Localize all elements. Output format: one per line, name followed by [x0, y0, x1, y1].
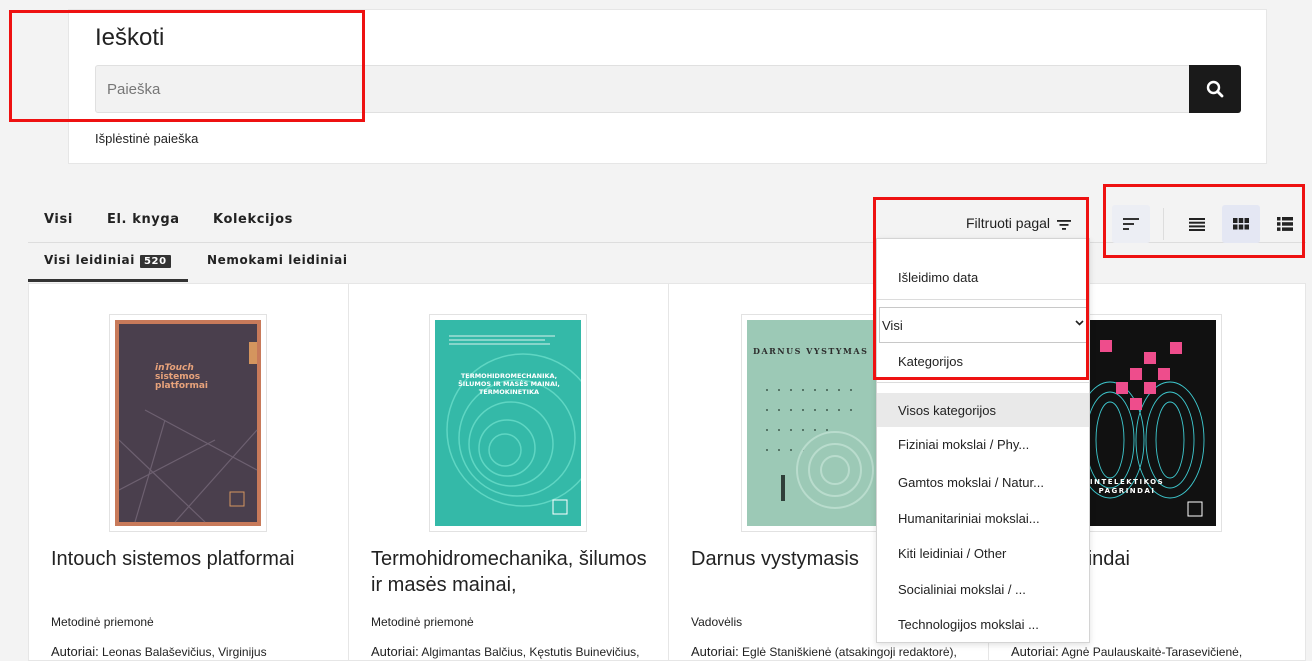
grid-view-button[interactable] — [1222, 205, 1260, 243]
tab-all-editions-label: Visi leidiniai — [44, 253, 135, 267]
cover-art: INTELEKTIKOS PAGRINDAI — [1070, 320, 1216, 526]
book-authors: Autoriai: Algimantas Balčius, Kęstutis B… — [371, 644, 639, 659]
detail-list-view-button[interactable] — [1266, 205, 1304, 243]
sort-icon — [1123, 218, 1139, 230]
detail-list-icon — [1277, 217, 1293, 231]
sort-by-date-option[interactable]: Išleidimo data — [898, 270, 978, 285]
authors-value: Algimantas Balčius, Kęstutis Buinevičius… — [421, 645, 640, 659]
cover-title-text: inTouch sistemos platformai — [155, 363, 208, 391]
search-button[interactable] — [1189, 65, 1241, 113]
book-cover[interactable]: inTouch sistemos platformai — [109, 314, 267, 532]
category-item[interactable]: Fiziniai mokslai / Phy... — [877, 427, 1089, 461]
tab-free-editions[interactable]: Nemokami leidiniai — [207, 253, 348, 267]
format-select-value: Visi — [882, 317, 903, 333]
filter-toggle[interactable]: Filtruoti pagal — [966, 215, 1050, 231]
view-separator — [1163, 208, 1164, 240]
list-view-button[interactable] — [1178, 205, 1216, 243]
category-item[interactable]: Gamtos mokslai / Natur... — [877, 465, 1089, 499]
cover-art: DARNUS VYSTYMAS — [747, 320, 893, 526]
search-icon — [1206, 80, 1224, 98]
authors-label: Autoriai: — [51, 644, 99, 659]
book-type: Metodinė priemonė — [51, 615, 154, 629]
authors-value: Eglė Staniškienė (atsakingoji redaktorė)… — [742, 645, 957, 659]
cover-title-text: TERMOHIDROMECHANIKA, ŠILUMOS IR MASĖS MAI… — [458, 372, 560, 396]
advanced-search-link[interactable]: Išplėstinė paieška — [95, 131, 198, 146]
authors-value: Leonas Balaševičius, Virginijus — [102, 645, 267, 659]
divider — [877, 382, 1089, 383]
book-card[interactable]: inTouch sistemos platformai Intouch sistem… — [29, 284, 349, 661]
cover-illustration — [435, 320, 581, 526]
format-select[interactable]: Visi — [879, 307, 1089, 343]
categories-label: Kategorijos — [898, 354, 964, 369]
chevron-down-icon — [1075, 320, 1084, 326]
category-item[interactable]: Technologijos mokslai ... — [877, 607, 1089, 641]
filter-dropdown: Išleidimo data Visi Kategorijos Visos ka… — [876, 238, 1090, 643]
view-controls — [1110, 204, 1306, 244]
authors-label: Autoriai: — [1011, 644, 1059, 659]
active-tab-underline — [28, 279, 188, 282]
category-item[interactable]: Kiti leidiniai / Other — [877, 536, 1089, 570]
sort-button[interactable] — [1112, 205, 1150, 243]
authors-value: Agnė Paulauskaitė-Tarasevičienė, — [1061, 645, 1243, 659]
search-input[interactable] — [96, 66, 1190, 112]
book-title[interactable]: Termohidromechanika, šilumos ir masės ma… — [371, 546, 661, 598]
search-box — [95, 65, 1241, 113]
category-item[interactable]: Humanitariniai mokslai... — [877, 501, 1089, 535]
book-card[interactable]: TERMOHIDROMECHANIKA, ŠILUMOS IR MASĖS MAI… — [349, 284, 669, 661]
cover-art: inTouch sistemos platformai — [115, 320, 261, 526]
book-title[interactable]: Intouch sistemos platformai — [51, 546, 341, 572]
category-item[interactable]: Socialiniai mokslai / ... — [877, 572, 1089, 606]
book-authors: Autoriai: Eglė Staniškienė (atsakingoji … — [691, 644, 957, 659]
search-title: Ieškoti — [95, 24, 165, 51]
list-icon — [1189, 217, 1205, 231]
grid-icon — [1233, 218, 1249, 230]
category-item-all[interactable]: Visos kategorijos — [877, 393, 1089, 427]
divider — [877, 299, 1089, 300]
filter-icon[interactable] — [1057, 220, 1071, 230]
book-cover[interactable]: TERMOHIDROMECHANIKA, ŠILUMOS IR MASĖS MAI… — [429, 314, 587, 532]
tab-all[interactable]: Visi — [44, 212, 73, 227]
cover-art: TERMOHIDROMECHANIKA, ŠILUMOS IR MASĖS MAI… — [435, 320, 581, 526]
cover-illustration — [118, 324, 258, 523]
book-type: Vadovėlis — [691, 615, 743, 629]
book-type: Metodinė priemonė — [371, 615, 474, 629]
search-panel: Ieškoti Išplėstinė paieška — [68, 9, 1267, 164]
tab-collections[interactable]: Kolekcijos — [213, 212, 293, 227]
book-authors: Autoriai: Leonas Balaševičius, Virginiju… — [51, 644, 267, 659]
editions-count-badge: 520 — [139, 255, 171, 268]
tab-all-editions[interactable]: Visi leidiniai 520 — [44, 253, 171, 268]
cover-title-text: DARNUS VYSTYMAS — [753, 346, 869, 356]
authors-label: Autoriai: — [691, 644, 739, 659]
tab-ebook[interactable]: El. knyga — [107, 212, 180, 227]
book-authors: Autoriai: Agnė Paulauskaitė-Tarasevičien… — [1011, 644, 1242, 659]
authors-label: Autoriai: — [371, 644, 419, 659]
cover-title-text: INTELEKTIKOS PAGRINDAI — [1090, 478, 1165, 495]
book-grid: inTouch sistemos platformai Intouch sistem… — [28, 283, 1306, 661]
